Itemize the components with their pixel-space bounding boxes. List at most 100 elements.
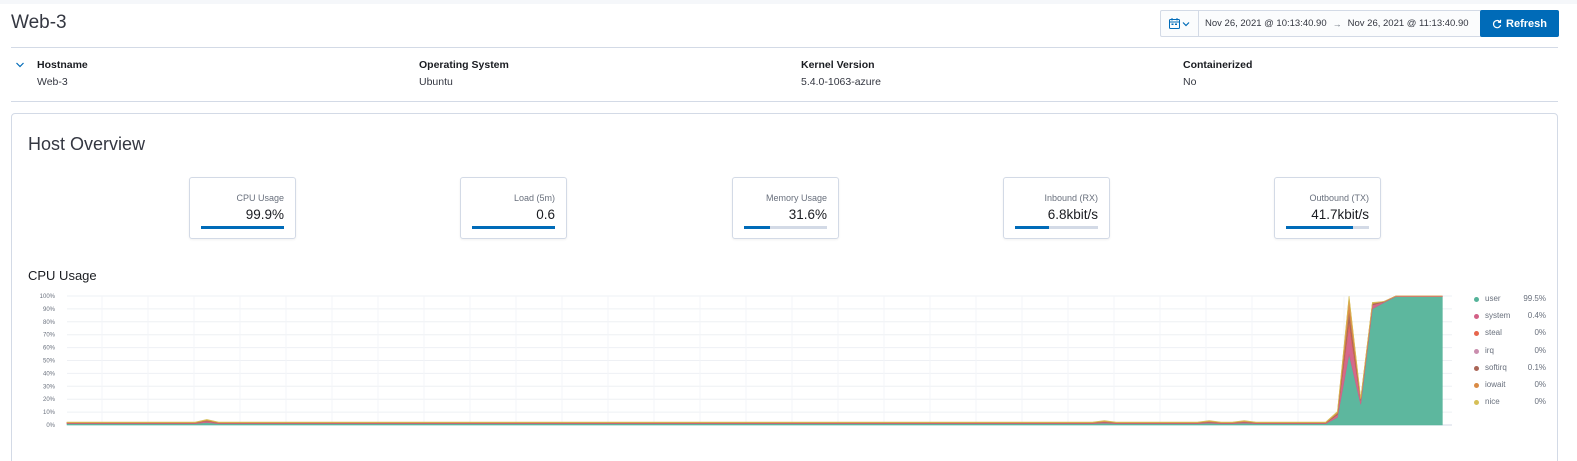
meta-label: Containerized [1183,59,1253,71]
refresh-icon [1492,19,1502,28]
series-area-steal [67,295,1443,424]
stat-label: Outbound (TX) [1309,193,1369,203]
legend-item-softirq[interactable]: softirq 0.1% [1474,362,1546,379]
legend-value: 0.4% [1527,311,1546,321]
meta-label: Operating System [419,59,509,71]
stat-label: Load (5m) [513,193,555,203]
stat-progress [1015,226,1098,229]
legend-dot [1474,297,1479,302]
stat-load: Load (5m) 0.6 [460,177,567,239]
stat-progress-fill [201,226,284,229]
legend-value: 0% [1534,328,1546,338]
stat-outbound: Outbound (TX) 41.7kbit/s [1274,177,1381,239]
date-range-picker: Nov 26, 2021 @ 10:13:40.90 → Nov 26, 202… [1160,10,1484,37]
refresh-label: Refresh [1506,17,1547,30]
legend-name: nice [1485,397,1500,407]
stat-progress [201,226,284,229]
series-area-irq [67,295,1443,424]
stat-progress-fill [472,226,555,229]
legend-dot [1474,365,1479,371]
legend-name: softirq [1485,362,1507,372]
refresh-button[interactable]: Refresh [1480,10,1559,37]
y-tick-label: 0% [46,423,55,429]
legend-item-system[interactable]: system 0.4% [1474,310,1546,327]
meta-value: Web-3 [37,76,68,88]
page-header: Web-3 Nov 26, 2021 @ 10:13:40.90 → Nov 2… [11,10,1566,44]
legend-item-irq[interactable]: irq 0% [1474,345,1546,362]
metadata-divider [11,101,1558,102]
series-area-system [66,295,1443,425]
meta-label: Hostname [37,59,88,71]
stat-progress [744,226,827,229]
y-tick-label: 90% [43,307,56,313]
stat-value: 0.6 [536,207,555,222]
end-date[interactable]: Nov 26, 2021 @ 11:13:40.90 [1342,18,1475,29]
legend-value: 0.1% [1527,362,1546,372]
legend-name: steal [1485,328,1502,338]
stat-label: Inbound (RX) [1044,193,1098,203]
series-area-iowait [66,295,1443,423]
y-tick-label: 80% [43,320,56,326]
chart-legend: user 99.5% system 0.4% steal 0% irq 0% softirq 0.… [1474,293,1546,413]
legend-name: user [1485,294,1501,303]
legend-name: iowait [1485,379,1506,389]
series-area-nice [66,295,1443,423]
stat-value: 99.9% [245,207,284,222]
legend-item-iowait[interactable]: iowait 0% [1474,379,1546,396]
legend-value: 99.5% [1523,294,1546,303]
host-details-page: Web-3 Nov 26, 2021 @ 10:13:40.90 → Nov 2… [0,0,1577,461]
y-tick-label: 40% [43,371,56,377]
y-tick-label: 20% [43,397,56,403]
quick-menu-button[interactable] [1161,11,1199,36]
chevron-down-icon[interactable] [15,60,25,70]
page-title: Web-3 [11,12,67,33]
host-overview-panel: Host Overview CPU Usage 99.9% Load (5m) … [11,113,1558,461]
legend-item-user[interactable]: user 99.5% [1474,293,1546,310]
meta-value: Ubuntu [419,76,453,88]
stat-progress [1286,226,1369,229]
meta-value: 5.4.0-1063-azure [801,76,881,88]
legend-dot [1474,382,1479,388]
y-tick-label: 100% [40,294,56,300]
y-tick-label: 70% [43,333,56,339]
y-tick-label: 50% [43,359,56,365]
y-tick-label: 10% [43,410,56,416]
meta-containerized: Containerized No [1183,59,1252,88]
legend-dot [1474,400,1479,406]
y-tick-label: 30% [43,384,56,390]
y-tick-label: 60% [43,346,56,352]
meta-kernel-version: Kernel Version 5.4.0-1063-azure [801,59,881,88]
meta-value: No [1183,76,1197,88]
legend-dot [1474,348,1479,354]
series-area-softirq [66,295,1443,424]
legend-dot [1474,331,1479,337]
legend-value: 0% [1534,345,1546,355]
panel-title: Host Overview [28,134,146,154]
header-divider [11,47,1558,48]
stat-progress-fill [744,226,771,229]
date-arrow: → [1332,18,1342,29]
chart-title: CPU Usage [28,268,97,283]
calendar-icon [1169,18,1180,29]
stat-progress-fill [1015,226,1050,229]
stat-value: 31.6% [788,207,827,222]
stat-label: CPU Usage [236,193,284,203]
meta-operating-system: Operating System Ubuntu [419,59,509,88]
legend-name: system [1485,311,1511,321]
legend-value: 0% [1534,379,1546,389]
stat-label: Memory Usage [765,193,827,203]
stat-progress [472,226,555,229]
stat-memory-usage: Memory Usage 31.6% [732,177,839,239]
chevron-down-icon [1182,21,1190,26]
legend-value: 0% [1534,397,1546,407]
host-metadata: Hostname Web-3 Operating System Ubuntu K… [11,56,1558,92]
legend-item-nice[interactable]: nice 0% [1474,396,1546,413]
start-date[interactable]: Nov 26, 2021 @ 10:13:40.90 [1199,18,1333,29]
legend-name: irq [1485,345,1494,355]
legend-dot [1474,314,1479,320]
stat-cpu-usage: CPU Usage 99.9% [189,177,296,239]
stat-progress-fill [1286,226,1354,229]
stat-inbound: Inbound (RX) 6.8kbit/s [1003,177,1110,239]
legend-item-steal[interactable]: steal 0% [1474,327,1546,344]
cpu-usage-chart: 100% 90% 80% 70% 60% 50% 40% 30% 20% 10% 0% [40,294,1452,429]
